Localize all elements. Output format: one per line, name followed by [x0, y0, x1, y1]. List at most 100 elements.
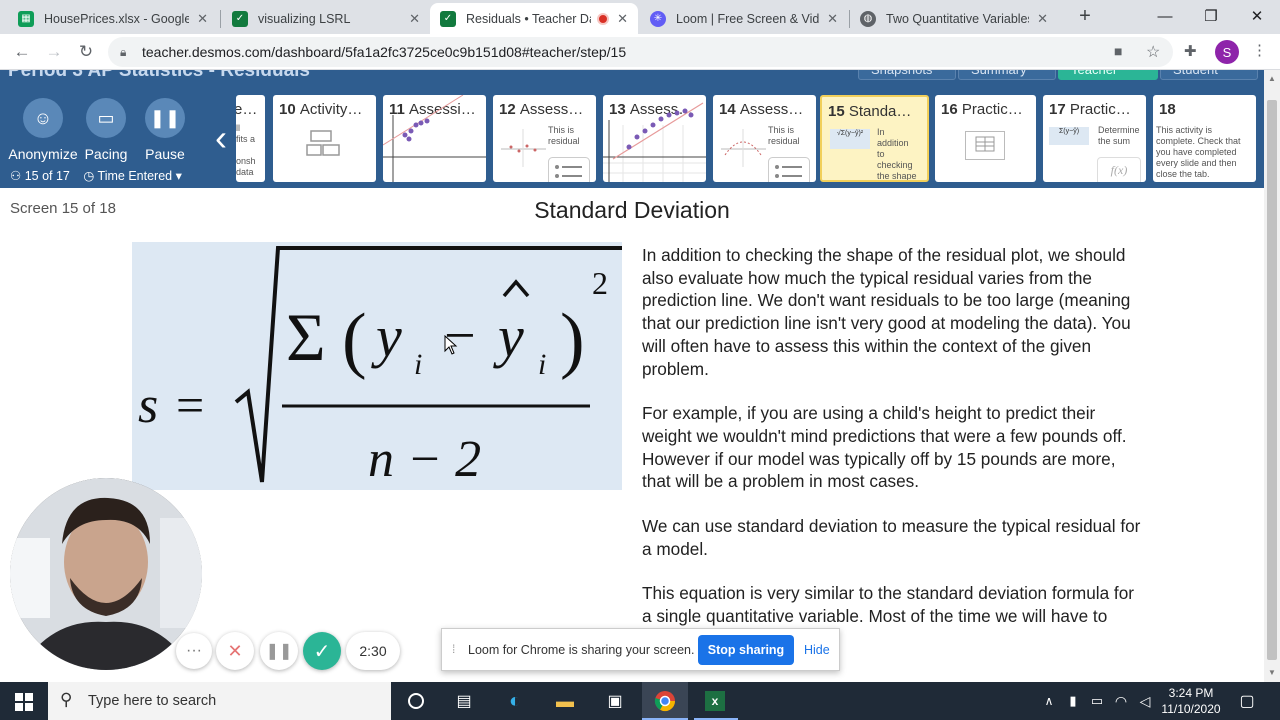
file-explorer-icon[interactable]: ▬	[552, 688, 578, 714]
card-title: e…	[236, 101, 258, 118]
hide-button[interactable]: Hide	[804, 643, 830, 657]
notifications-icon[interactable]: ▢	[1234, 688, 1260, 714]
formula-close-paren: )	[560, 299, 585, 381]
store-icon[interactable]: ▣	[602, 688, 628, 714]
screen-body-text: In addition to checking the shape of the…	[642, 244, 1142, 673]
camera-icon[interactable]: ■	[1114, 43, 1122, 59]
sort-label: Time Entered	[97, 169, 173, 183]
card-number: 17	[1049, 101, 1066, 118]
tab-summary[interactable]: Summary	[958, 70, 1056, 80]
loom-cancel-button[interactable]: ✕	[216, 632, 254, 670]
card-title: Activity…	[299, 101, 363, 118]
address-bar[interactable]: 🔒︎ teacher.desmos.com/dashboard/5fa1a2fc…	[108, 37, 1173, 67]
screen-card-9[interactable]: e… ll fits a onsh data	[236, 95, 265, 182]
student-count-row: ⚇ 15 of 17 ◷ Time Entered ▾	[10, 168, 182, 183]
loom-more-button[interactable]: ···	[176, 633, 212, 669]
stop-sharing-button[interactable]: Stop sharing	[698, 635, 794, 665]
microphone-icon[interactable]: ▮	[1060, 688, 1086, 714]
close-tab-icon[interactable]: ✕	[197, 11, 208, 27]
screen-card-17[interactable]: 17 Practic… Σ(y−ŷ) Determine the sum f(x…	[1043, 95, 1146, 182]
formula-thumbnail: Σ(y−ŷ)	[1049, 127, 1089, 145]
globe-icon: ◍	[860, 10, 876, 27]
show-hidden-icons-icon[interactable]: ∧	[1036, 688, 1062, 714]
mouse-cursor-icon	[444, 335, 458, 355]
tab-student[interactable]: Student	[1160, 70, 1258, 80]
clock-date: 11/10/2020	[1161, 702, 1221, 716]
sort-dropdown[interactable]: ◷ Time Entered ▾	[83, 169, 182, 183]
close-tab-icon[interactable]: ✕	[1037, 11, 1048, 27]
screen-card-12[interactable]: 12 Assess… This is residual	[493, 95, 596, 182]
tab-visualizing-lsrl[interactable]: ✓ visualizing LSRL ✕	[222, 3, 430, 34]
screen-card-11[interactable]: 11 Assessi…	[383, 95, 486, 182]
list-icon	[548, 157, 590, 182]
scroll-down-arrow-icon[interactable]: ▼	[1268, 668, 1276, 677]
desmos-icon: ✓	[440, 10, 456, 27]
chrome-menu-icon[interactable]: ⋮	[1252, 41, 1267, 59]
reload-icon[interactable]: ↻	[74, 40, 98, 64]
task-view-icon[interactable]: ▤	[451, 688, 477, 714]
tab-title: Residuals • Teacher Das	[466, 11, 592, 26]
close-tab-icon[interactable]: ✕	[617, 11, 628, 27]
screen-card-10[interactable]: 10 Activity…	[273, 95, 376, 182]
tab-house-prices[interactable]: ▦ HousePrices.xlsx - Google S ✕	[8, 3, 218, 34]
scrollbar-thumb[interactable]	[1267, 100, 1277, 660]
windows-start-icon[interactable]	[15, 693, 33, 711]
volume-icon[interactable]: ◁	[1132, 688, 1158, 714]
loom-finish-button[interactable]: ✓	[303, 632, 341, 670]
drag-handle-icon[interactable]: ⁞	[452, 642, 455, 656]
presenter-silhouette	[10, 478, 202, 670]
desmos-icon: ✓	[232, 10, 248, 27]
tab-title: visualizing LSRL	[258, 11, 351, 26]
card-number: 16	[941, 101, 958, 118]
page-scrollbar[interactable]: ▲ ▼	[1264, 70, 1280, 682]
tab-two-quantitative-variables[interactable]: ◍ Two Quantitative Variables ✕	[850, 3, 1058, 34]
tab-loom[interactable]: ✳ Loom | Free Screen & Video ✕	[640, 3, 848, 34]
close-window-button[interactable]: ✕	[1234, 0, 1280, 32]
close-tab-icon[interactable]: ✕	[409, 11, 420, 27]
students-icon: ⚇	[10, 169, 22, 183]
restore-button[interactable]: ❐	[1188, 0, 1234, 32]
card-number: 18	[1159, 101, 1176, 118]
edge-icon[interactable]: ◐	[502, 688, 528, 714]
tab-teacher[interactable]: Teacher	[1058, 70, 1158, 80]
cortana-icon[interactable]	[403, 688, 429, 714]
tab-residuals-teacher-dashboard[interactable]: ✓ Residuals • Teacher Das ✕	[430, 3, 638, 34]
screen-card-15[interactable]: 15 Standa… √Σ(y−ŷ)² In addition to check…	[820, 95, 929, 182]
residual-plot-thumbnail	[501, 129, 546, 167]
scroll-up-arrow-icon[interactable]: ▲	[1268, 74, 1276, 83]
excel-taskbar-button[interactable]: x	[694, 682, 738, 720]
bookmark-star-icon[interactable]: ☆	[1146, 42, 1160, 62]
forward-arrow-icon[interactable]: →	[42, 40, 66, 64]
lock-icon: 🔒︎	[120, 45, 127, 59]
webcam-bubble[interactable]	[10, 478, 202, 670]
loom-pause-button[interactable]: ❚❚	[260, 632, 298, 670]
chrome-taskbar-button[interactable]	[642, 682, 688, 720]
url-text[interactable]: teacher.desmos.com/dashboard/5fa1a2fc372…	[142, 44, 626, 60]
tab-snapshots[interactable]: Snapshots	[858, 70, 956, 80]
card-number: 15	[828, 103, 845, 120]
taskbar-clock[interactable]: 3:24 PM 11/10/2020	[1158, 685, 1224, 717]
scroll-left-arrow-icon[interactable]: ‹	[208, 117, 234, 158]
screen-card-13[interactable]: 13 Assess…	[603, 95, 706, 182]
profile-avatar[interactable]: S	[1215, 40, 1239, 64]
card-snippet: This is residual	[548, 125, 580, 146]
screen-card-16[interactable]: 16 Practic…	[935, 95, 1036, 182]
card-number: 12	[499, 101, 516, 118]
pacing-label: Pacing	[84, 146, 128, 162]
card-snippet: Determine the sum	[1098, 125, 1140, 146]
screen-card-14[interactable]: 14 Assess… This is residual	[713, 95, 816, 182]
back-arrow-icon[interactable]: ←	[10, 40, 34, 64]
screen-card-18[interactable]: 18 This activity is complete. Check that…	[1153, 95, 1256, 182]
battery-icon[interactable]: ▭	[1084, 688, 1110, 714]
taskbar-search-box[interactable]: ⚲ Type here to search	[48, 682, 391, 720]
formula-open-paren: (	[342, 299, 367, 381]
wifi-icon[interactable]: ◠	[1108, 688, 1134, 714]
new-tab-button[interactable]: +	[1062, 0, 1108, 32]
pause-button[interactable]: ❚❚ Pause	[125, 98, 205, 162]
pause-label: Pause	[145, 146, 185, 162]
close-tab-icon[interactable]: ✕	[827, 11, 838, 27]
extensions-puzzle-icon[interactable]: ✚	[1184, 42, 1197, 60]
standard-deviation-formula-image: s = Σ ( y i − y i ) 2 n − 2	[132, 242, 622, 490]
sharing-message: Loom for Chrome is sharing your screen.	[468, 643, 695, 657]
minimize-button[interactable]: —	[1142, 0, 1188, 32]
